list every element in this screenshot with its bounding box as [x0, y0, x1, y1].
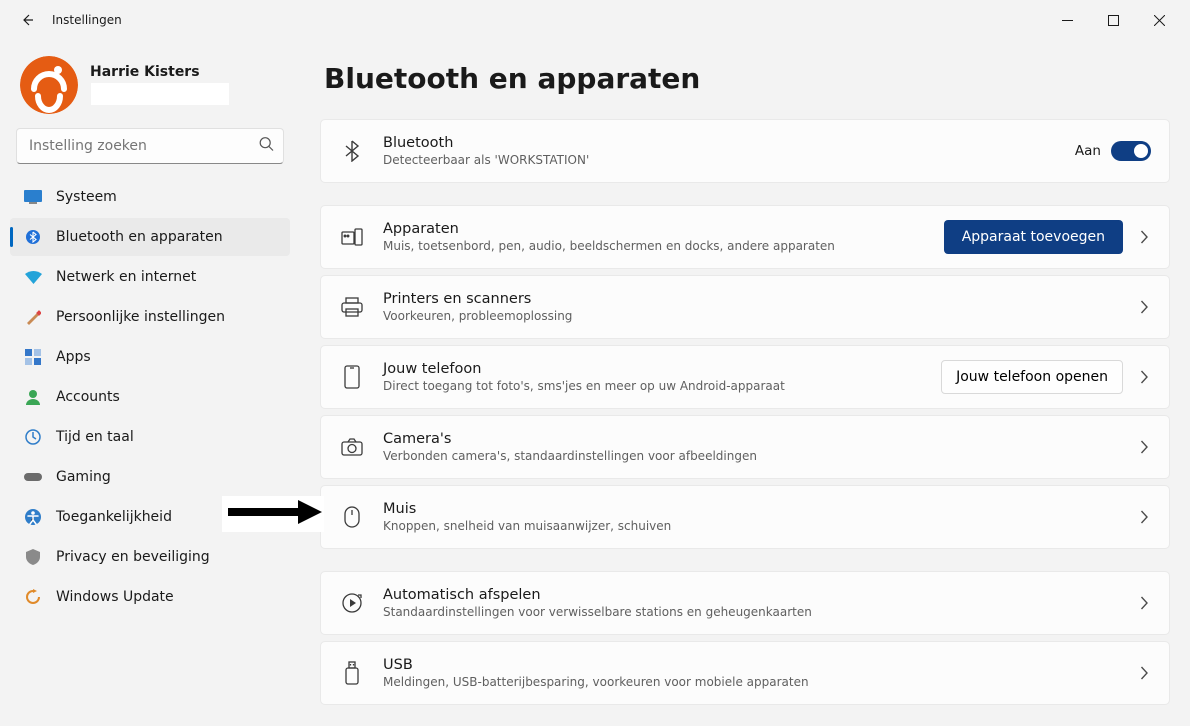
autoplay-icon — [339, 592, 365, 614]
sidebar-item-windows-update[interactable]: Windows Update — [10, 578, 290, 616]
mouse-icon — [339, 506, 365, 528]
arrow-left-icon — [20, 12, 36, 28]
maximize-icon — [1108, 15, 1119, 26]
minimize-icon — [1062, 15, 1073, 26]
card-title: Bluetooth — [383, 135, 1057, 151]
card-title: USB — [383, 657, 1119, 673]
sidebar-item-label: Accounts — [56, 389, 120, 405]
card-autoplay[interactable]: Automatisch afspelen Standaardinstelling… — [320, 571, 1170, 635]
update-icon — [24, 588, 42, 606]
sidebar-item-accounts[interactable]: Accounts — [10, 378, 290, 416]
display-icon — [24, 188, 42, 206]
sidebar-item-apps[interactable]: Apps — [10, 338, 290, 376]
bluetooth-icon — [24, 228, 42, 246]
bluetooth-icon — [339, 140, 365, 162]
card-title: Camera's — [383, 431, 1119, 447]
open-phone-button[interactable]: Jouw telefoon openen — [941, 360, 1123, 394]
card-subtitle: Direct toegang tot foto's, sms'jes en me… — [383, 379, 923, 393]
sidebar-item-label: Bluetooth en apparaten — [56, 229, 223, 245]
card-printers[interactable]: Printers en scanners Voorkeuren, problee… — [320, 275, 1170, 339]
card-subtitle: Detecteerbaar als 'WORKSTATION' — [383, 153, 1057, 167]
avatar — [20, 56, 78, 114]
card-cameras[interactable]: Camera's Verbonden camera's, standaardin… — [320, 415, 1170, 479]
card-subtitle: Verbonden camera's, standaardinstellinge… — [383, 449, 1119, 463]
camera-icon — [339, 438, 365, 456]
sidebar-item-time-language[interactable]: Tijd en taal — [10, 418, 290, 456]
sidebar-item-label: Persoonlijke instellingen — [56, 309, 225, 325]
window-controls — [1044, 4, 1182, 36]
sidebar-item-personalization[interactable]: Persoonlijke instellingen — [10, 298, 290, 336]
search-input[interactable] — [16, 128, 284, 164]
sidebar-item-accessibility[interactable]: Toegankelijkheid — [10, 498, 290, 536]
person-icon — [24, 388, 42, 406]
minimize-button[interactable] — [1044, 4, 1090, 36]
sidebar-item-network[interactable]: Netwerk en internet — [10, 258, 290, 296]
back-button[interactable] — [8, 0, 48, 40]
chevron-right-icon — [1137, 300, 1151, 314]
titlebar: Instellingen — [0, 0, 1190, 40]
accessibility-icon — [24, 508, 42, 526]
wifi-icon — [24, 268, 42, 286]
sidebar-item-label: Netwerk en internet — [56, 269, 196, 285]
sidebar-item-label: Privacy en beveiliging — [56, 549, 210, 565]
card-title: Jouw telefoon — [383, 361, 923, 377]
chevron-right-icon — [1137, 596, 1151, 610]
bluetooth-toggle[interactable]: Aan — [1075, 141, 1151, 161]
card-mouse[interactable]: Muis Knoppen, snelheid van muisaanwijzer… — [320, 485, 1170, 549]
search-icon — [259, 137, 274, 156]
card-bluetooth[interactable]: Bluetooth Detecteerbaar als 'WORKSTATION… — [320, 119, 1170, 183]
card-subtitle: Standaardinstellingen voor verwisselbare… — [383, 605, 1119, 619]
sidebar-item-label: Apps — [56, 349, 91, 365]
printer-icon — [339, 297, 365, 317]
maximize-button[interactable] — [1090, 4, 1136, 36]
usb-icon — [339, 661, 365, 685]
profile-block[interactable]: Harrie Kisters — [8, 48, 292, 128]
chevron-right-icon — [1137, 370, 1151, 384]
chevron-right-icon — [1137, 230, 1151, 244]
sidebar-item-label: Tijd en taal — [56, 429, 134, 445]
card-phone[interactable]: Jouw telefoon Direct toegang tot foto's,… — [320, 345, 1170, 409]
chevron-right-icon — [1137, 666, 1151, 680]
apps-icon — [24, 348, 42, 366]
phone-icon — [339, 365, 365, 389]
main-content: Bluetooth en apparaten Bluetooth Detecte… — [300, 40, 1190, 726]
sidebar-item-label: Gaming — [56, 469, 111, 485]
shield-icon — [24, 548, 42, 566]
sidebar-item-bluetooth-devices[interactable]: Bluetooth en apparaten — [10, 218, 290, 256]
nav-list: Systeem Bluetooth en apparaten Netwerk e… — [8, 178, 292, 616]
card-title: Automatisch afspelen — [383, 587, 1119, 603]
card-usb[interactable]: USB Meldingen, USB-batterijbesparing, vo… — [320, 641, 1170, 705]
devices-icon — [339, 228, 365, 246]
sidebar: Harrie Kisters Systeem Bluetooth en appa… — [0, 40, 300, 726]
close-button[interactable] — [1136, 4, 1182, 36]
sidebar-item-label: Windows Update — [56, 589, 174, 605]
card-subtitle: Knoppen, snelheid van muisaanwijzer, sch… — [383, 519, 1119, 533]
sidebar-item-system[interactable]: Systeem — [10, 178, 290, 216]
card-subtitle: Voorkeuren, probleemoplossing — [383, 309, 1119, 323]
search-container — [16, 128, 284, 164]
page-title: Bluetooth en apparaten — [324, 62, 1170, 95]
profile-email-redacted — [90, 82, 230, 106]
sidebar-item-label: Toegankelijkheid — [56, 509, 172, 525]
card-subtitle: Muis, toetsenbord, pen, audio, beeldsche… — [383, 239, 926, 253]
chevron-right-icon — [1137, 510, 1151, 524]
card-title: Printers en scanners — [383, 291, 1119, 307]
card-devices[interactable]: Apparaten Muis, toetsenbord, pen, audio,… — [320, 205, 1170, 269]
sidebar-item-label: Systeem — [56, 189, 117, 205]
close-icon — [1154, 15, 1165, 26]
card-title: Muis — [383, 501, 1119, 517]
sidebar-item-gaming[interactable]: Gaming — [10, 458, 290, 496]
toggle-label: Aan — [1075, 143, 1101, 159]
chevron-right-icon — [1137, 440, 1151, 454]
card-title: Apparaten — [383, 221, 926, 237]
add-device-button[interactable]: Apparaat toevoegen — [944, 220, 1123, 254]
clock-globe-icon — [24, 428, 42, 446]
paintbrush-icon — [24, 308, 42, 326]
toggle-switch-on-icon — [1111, 141, 1151, 161]
card-subtitle: Meldingen, USB-batterijbesparing, voorke… — [383, 675, 1119, 689]
window-title: Instellingen — [52, 13, 122, 27]
gamepad-icon — [24, 468, 42, 486]
profile-name: Harrie Kisters — [90, 64, 230, 80]
sidebar-item-privacy[interactable]: Privacy en beveiliging — [10, 538, 290, 576]
